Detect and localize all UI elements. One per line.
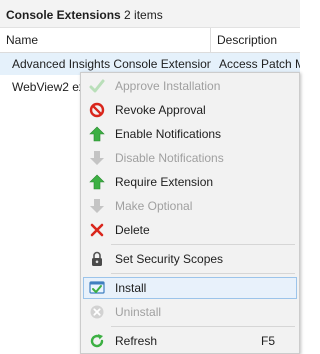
gray-x-circle-icon xyxy=(90,305,104,319)
menu-item-label: Refresh xyxy=(115,334,158,348)
install-icon xyxy=(89,281,105,294)
menu-item-make-optional[interactable]: Make Optional xyxy=(83,195,297,217)
menu-item-disable-notifications[interactable]: Disable Notifications xyxy=(83,147,297,169)
menu-item-label: Require Extension xyxy=(115,175,214,189)
gray-down-arrow-icon xyxy=(90,151,104,165)
red-no-entry-icon xyxy=(89,102,105,118)
menu-separator xyxy=(111,244,295,245)
menu-item-revoke-approval[interactable]: Revoke Approval xyxy=(83,99,297,121)
green-check-icon xyxy=(89,79,105,93)
menu-item-label: Set Security Scopes xyxy=(115,252,224,266)
menu-item-install[interactable]: Install xyxy=(83,277,297,299)
context-menu: Approve Installation Revoke Approval Ena… xyxy=(80,72,300,354)
column-headers: Name Description xyxy=(0,28,300,53)
gray-down-arrow-icon xyxy=(90,199,104,213)
menu-item-label: Revoke Approval xyxy=(115,103,206,117)
menu-item-refresh[interactable]: Refresh F5 xyxy=(83,330,297,352)
menu-separator xyxy=(111,273,295,274)
refresh-icon xyxy=(90,334,104,348)
padlock-icon xyxy=(92,251,102,266)
menu-item-set-security-scopes[interactable]: Set Security Scopes xyxy=(83,248,297,270)
menu-item-delete[interactable]: Delete xyxy=(83,219,297,241)
menu-item-label: Enable Notifications xyxy=(115,127,222,141)
green-up-arrow-icon xyxy=(89,126,105,142)
column-header-name[interactable]: Name xyxy=(0,28,211,53)
menu-item-enable-notifications[interactable]: Enable Notifications xyxy=(83,123,297,145)
menu-item-uninstall[interactable]: Uninstall xyxy=(83,301,297,323)
column-header-description[interactable]: Description xyxy=(211,28,300,53)
menu-item-label: Approve Installation xyxy=(115,79,221,93)
menu-item-label: Uninstall xyxy=(115,305,162,319)
panel-header: Console Extensions 2 items xyxy=(0,0,300,28)
menu-separator xyxy=(111,326,295,327)
menu-item-label: Install xyxy=(115,281,147,295)
green-up-arrow-icon xyxy=(89,174,105,190)
menu-item-label: Make Optional xyxy=(115,199,193,213)
menu-item-label: Disable Notifications xyxy=(115,151,224,165)
red-x-icon xyxy=(90,223,104,237)
panel-title: Console Extensions xyxy=(6,8,121,22)
menu-item-shortcut: F5 xyxy=(260,334,275,348)
menu-item-approve-installation[interactable]: Approve Installation xyxy=(83,75,297,97)
menu-item-label: Delete xyxy=(115,223,150,237)
menu-item-require-extension[interactable]: Require Extension xyxy=(83,171,297,193)
item-count: 2 items xyxy=(124,8,163,22)
